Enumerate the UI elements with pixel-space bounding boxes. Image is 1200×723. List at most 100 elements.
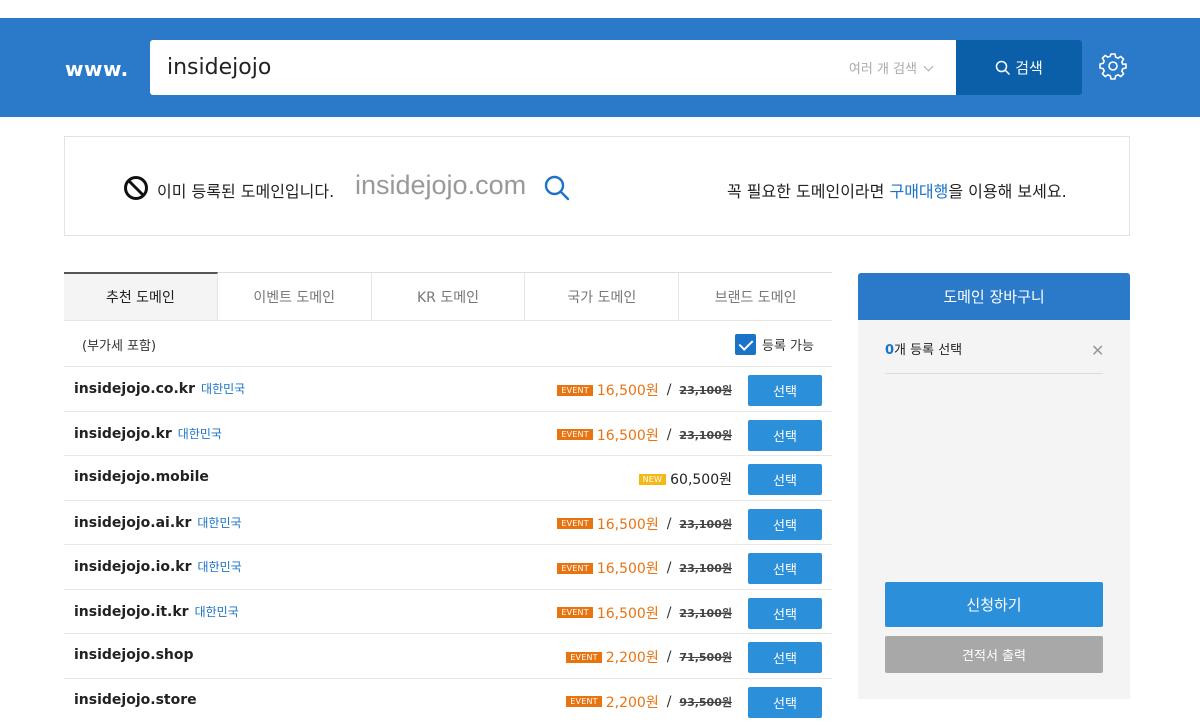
price-separator: /	[666, 560, 672, 576]
close-icon[interactable]: ✕	[1091, 341, 1104, 360]
select-button[interactable]: 선택	[748, 508, 822, 540]
event-badge: EVENT	[566, 651, 602, 663]
domain-status-box: 이미 등록된 도메인입니다. insidejojo.com 꼭 필요한 도메인이…	[64, 136, 1130, 236]
price-separator: /	[666, 649, 672, 665]
domain-row: insidejojo.kr 대한민국 EVENT 16,500원 / 23,100원 선택	[64, 410, 832, 456]
domain-name: insidejojo.co.kr 대한민국	[74, 380, 245, 397]
country-label: 대한민국	[194, 604, 239, 619]
select-button[interactable]: 선택	[748, 553, 822, 584]
hint-text-before: 꼭 필요한 도메인이라면	[727, 182, 890, 201]
sale-price: 16,500원	[596, 383, 659, 399]
select-button[interactable]: 선택	[748, 642, 822, 673]
sale-price: 60,500원	[670, 472, 732, 488]
domain-name-text: insidejojo.shop	[74, 647, 194, 663]
apply-button[interactable]: 신청하기	[885, 582, 1103, 627]
tab-event[interactable]: 이벤트 도메인	[217, 273, 372, 320]
domain-cart: 도메인 장바구니 0개 등록 선택 ✕ 신청하기 견적서 출력	[858, 273, 1130, 699]
print-quote-button[interactable]: 견적서 출력	[885, 636, 1103, 673]
price-separator: /	[666, 693, 672, 710]
available-filter[interactable]: 등록 가능	[735, 334, 814, 355]
search-icon	[995, 60, 1011, 75]
available-checkbox[interactable]	[735, 334, 756, 355]
sale-price: 16,500원	[596, 516, 659, 533]
original-price: 23,100원	[679, 384, 732, 397]
price: EVENT 2,200원 / 71,500원	[566, 647, 732, 667]
original-price: 93,500원	[679, 695, 732, 709]
search-button[interactable]: 검색	[956, 40, 1082, 95]
price: EVENT 16,500원 / 23,100원	[557, 425, 732, 445]
country-label: 대한민국	[177, 426, 222, 441]
cart-count-suffix: 개 등록 선택	[894, 343, 963, 358]
search-box: 여러 개 검색	[150, 40, 956, 95]
tab-kr[interactable]: KR 도메인	[371, 273, 526, 320]
sale-price: 16,500원	[596, 427, 659, 444]
domain-name-text: insidejojo.store	[74, 691, 197, 708]
event-badge: EVENT	[566, 696, 602, 707]
cart-title: 도메인 장바구니	[858, 273, 1130, 320]
country-label: 대한민국	[197, 515, 242, 530]
domain-row: insidejojo.co.kr 대한민국 EVENT 16,500원 / 23,100원…	[64, 366, 832, 411]
hint-text-after: 을 이용해 보세요.	[948, 182, 1067, 201]
original-price: 23,100원	[679, 606, 732, 620]
multi-search-dropdown[interactable]: 여러 개 검색	[848, 58, 934, 77]
country-label: 대한민국	[197, 560, 242, 574]
event-badge: EVENT	[557, 429, 593, 440]
domain-row: insidejojo.io.kr 대한민국 EVENT 16,500원 / 23,100원…	[64, 544, 832, 589]
tab-brand[interactable]: 브랜드 도메인	[679, 273, 832, 320]
select-button[interactable]: 선택	[748, 686, 822, 718]
www-prefix: www.	[65, 57, 129, 81]
domain-row: insidejojo.shop EVENT 2,200원 / 71,500원 선택	[64, 633, 832, 678]
price: NEW 60,500원	[638, 469, 732, 489]
available-filter-label: 등록 가능	[762, 339, 814, 354]
event-badge: EVENT	[557, 607, 593, 618]
select-button[interactable]: 선택	[748, 464, 822, 495]
country-label: 대한민국	[201, 382, 246, 396]
sale-price: 16,500원	[596, 605, 659, 622]
select-button[interactable]: 선택	[748, 597, 822, 629]
status-message: 이미 등록된 도메인입니다.	[157, 182, 335, 201]
domain-name-text: insidejojo.it.kr	[74, 603, 189, 620]
price: EVENT 16,500원 / 23,100원	[557, 380, 732, 400]
purchase-agent-link[interactable]: 구매대행	[889, 182, 948, 201]
select-button[interactable]: 선택	[748, 375, 822, 406]
domain-list: insidejojo.co.kr 대한민국 EVENT 16,500원/23,100원…	[64, 366, 832, 722]
domain-row: insidejojo.it.kr 대한민국 EVENT 16,500원 / 23,100원…	[64, 588, 832, 634]
new-badge: NEW	[638, 473, 667, 485]
sale-price: 16,500원	[596, 561, 659, 577]
prohibited-icon	[124, 176, 148, 200]
price: EVENT 16,500원 / 23,100원	[557, 514, 732, 534]
gear-icon[interactable]	[1099, 52, 1127, 80]
search-button-label: 검색	[1015, 59, 1043, 77]
tab-recommended[interactable]: 추천 도메인	[64, 272, 218, 320]
event-badge: EVENT	[557, 562, 593, 574]
select-button[interactable]: 선택	[748, 419, 822, 451]
price: EVENT 2,200원 / 93,500원	[566, 692, 732, 712]
price-separator: /	[666, 604, 672, 621]
sale-price: 2,200원	[605, 650, 659, 666]
sale-price: 2,200원	[605, 694, 659, 711]
search-input[interactable]	[167, 52, 767, 82]
queried-domain: insidejojo.com	[355, 170, 527, 200]
chevron-down-icon	[923, 61, 934, 72]
domain-row: insidejojo.store EVENT 2,200원 / 93,500원 선택	[64, 677, 832, 723]
search-icon[interactable]	[543, 174, 571, 202]
domain-name: insidejojo.store	[74, 692, 197, 708]
domain-name: insidejojo.shop	[74, 647, 194, 663]
original-price: 23,100원	[679, 562, 732, 575]
domain-name-text: insidejojo.co.kr	[74, 381, 196, 397]
domain-name: insidejojo.it.kr 대한민국	[74, 603, 239, 620]
price-separator: /	[666, 382, 672, 398]
tab-country[interactable]: 국가 도메인	[525, 273, 680, 320]
domain-row: insidejojo.ai.kr 대한민국 EVENT 16,500원 / 23,100원…	[64, 499, 832, 545]
domain-name: insidejojo.ai.kr 대한민국	[74, 514, 242, 531]
original-price: 23,100원	[679, 517, 732, 531]
domain-name-text: insidejojo.kr	[74, 425, 172, 442]
purchase-agent-hint: 꼭 필요한 도메인이라면 구매대행을 이용해 보세요.	[727, 178, 1067, 202]
domain-name: insidejojo.mobile	[74, 469, 209, 485]
cart-count: 0개 등록 선택	[885, 339, 962, 358]
event-badge: EVENT	[557, 384, 593, 396]
price-separator: /	[666, 515, 672, 532]
domain-name-text: insidejojo.ai.kr	[74, 514, 192, 531]
multi-search-label: 여러 개 검색	[848, 62, 917, 77]
domain-tabs: 추천 도메인 이벤트 도메인 KR 도메인 국가 도메인 브랜드 도메인	[64, 272, 832, 321]
